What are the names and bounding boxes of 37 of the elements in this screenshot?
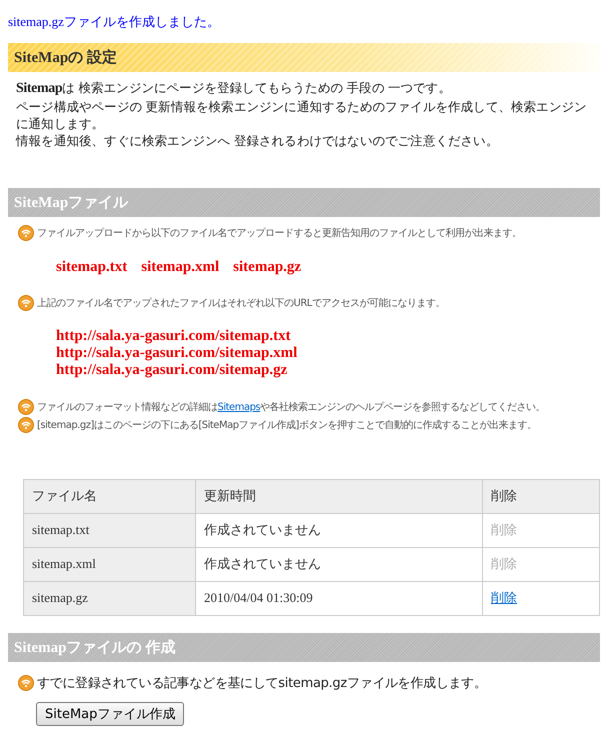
sitemaps-link[interactable]: Sitemaps — [218, 402, 260, 413]
file-url: http://sala.ya-gasuri.com/sitemap.xml — [56, 344, 298, 362]
wave-icon — [18, 398, 34, 415]
file-name: sitemap.gz — [233, 258, 302, 276]
wave-icon — [18, 674, 34, 691]
file-url: http://sala.ya-gasuri.com/sitemap.gz — [56, 362, 288, 379]
wave-icon — [18, 294, 34, 311]
delete-link[interactable]: 削除 — [491, 591, 517, 606]
note-text: [sitemap.gz]はこのページの下にある[SiteMapファイル作成]ボタンを押すことで自動的に作成することが出来ます。 — [37, 418, 536, 432]
create-sitemap-button[interactable]: SiteMapファイル作成 — [36, 702, 184, 726]
description-text: Sitemapは 検索エンジンにページを登録してもらうための 手段の 一つです。 — [16, 80, 452, 98]
file-name: sitemap.xml — [141, 258, 220, 276]
delete-link: 削除 — [491, 557, 517, 572]
column-header: 削除 — [482, 479, 600, 514]
wave-icon — [18, 416, 34, 433]
note-text: すでに登録されている記事などを基にしてsitemap.gzファイルを作成します。 — [37, 674, 487, 692]
column-header: 更新時間 — [196, 479, 482, 514]
table-cell: 作成されていません — [196, 513, 482, 548]
section-header: SiteMapファイル — [8, 188, 600, 217]
status-message: sitemap.gzファイルを作成しました。 — [8, 13, 221, 31]
table-cell: sitemap.gz — [24, 581, 196, 616]
table-cell: 作成されていません — [196, 547, 482, 582]
file-url: http://sala.ya-gasuri.com/sitemap.txt — [56, 328, 292, 345]
note-text: 上記のファイル名でアップされたファイルはそれぞれ以下のURLでアクセスが可能になります。 — [37, 296, 445, 310]
section-header: Sitemapファイルの 作成 — [8, 632, 600, 662]
table-cell: sitemap.txt — [24, 513, 196, 548]
table-cell: sitemap.xml — [24, 547, 196, 582]
note-text: ファイルアップロードから以下のファイル名でアップロードすると更新告知用のファイルとして利用が出来ます。 — [37, 226, 522, 240]
note-text: ファイルのフォーマット情報などの詳細はSitemapsや各社検索エンジンのヘルプページを参照するなどしてください。 — [37, 400, 546, 414]
wave-icon — [18, 224, 34, 241]
column-header: ファイル名 — [24, 479, 196, 514]
file-name: sitemap.txt — [56, 258, 128, 276]
description-text: 情報を通知後、すぐに検索エンジンへ 登録されるわけではないのでご注意ください。 — [16, 132, 500, 150]
section-header: SiteMapの 設定 — [8, 43, 600, 72]
description-text: ページ構成やページの 更新情報を検索エンジンに通知するためのファイルを作成して、検索エンジンに通知します。 — [16, 98, 588, 133]
table-cell: 2010/04/04 01:30:09 — [196, 581, 482, 616]
delete-link: 削除 — [491, 523, 517, 538]
